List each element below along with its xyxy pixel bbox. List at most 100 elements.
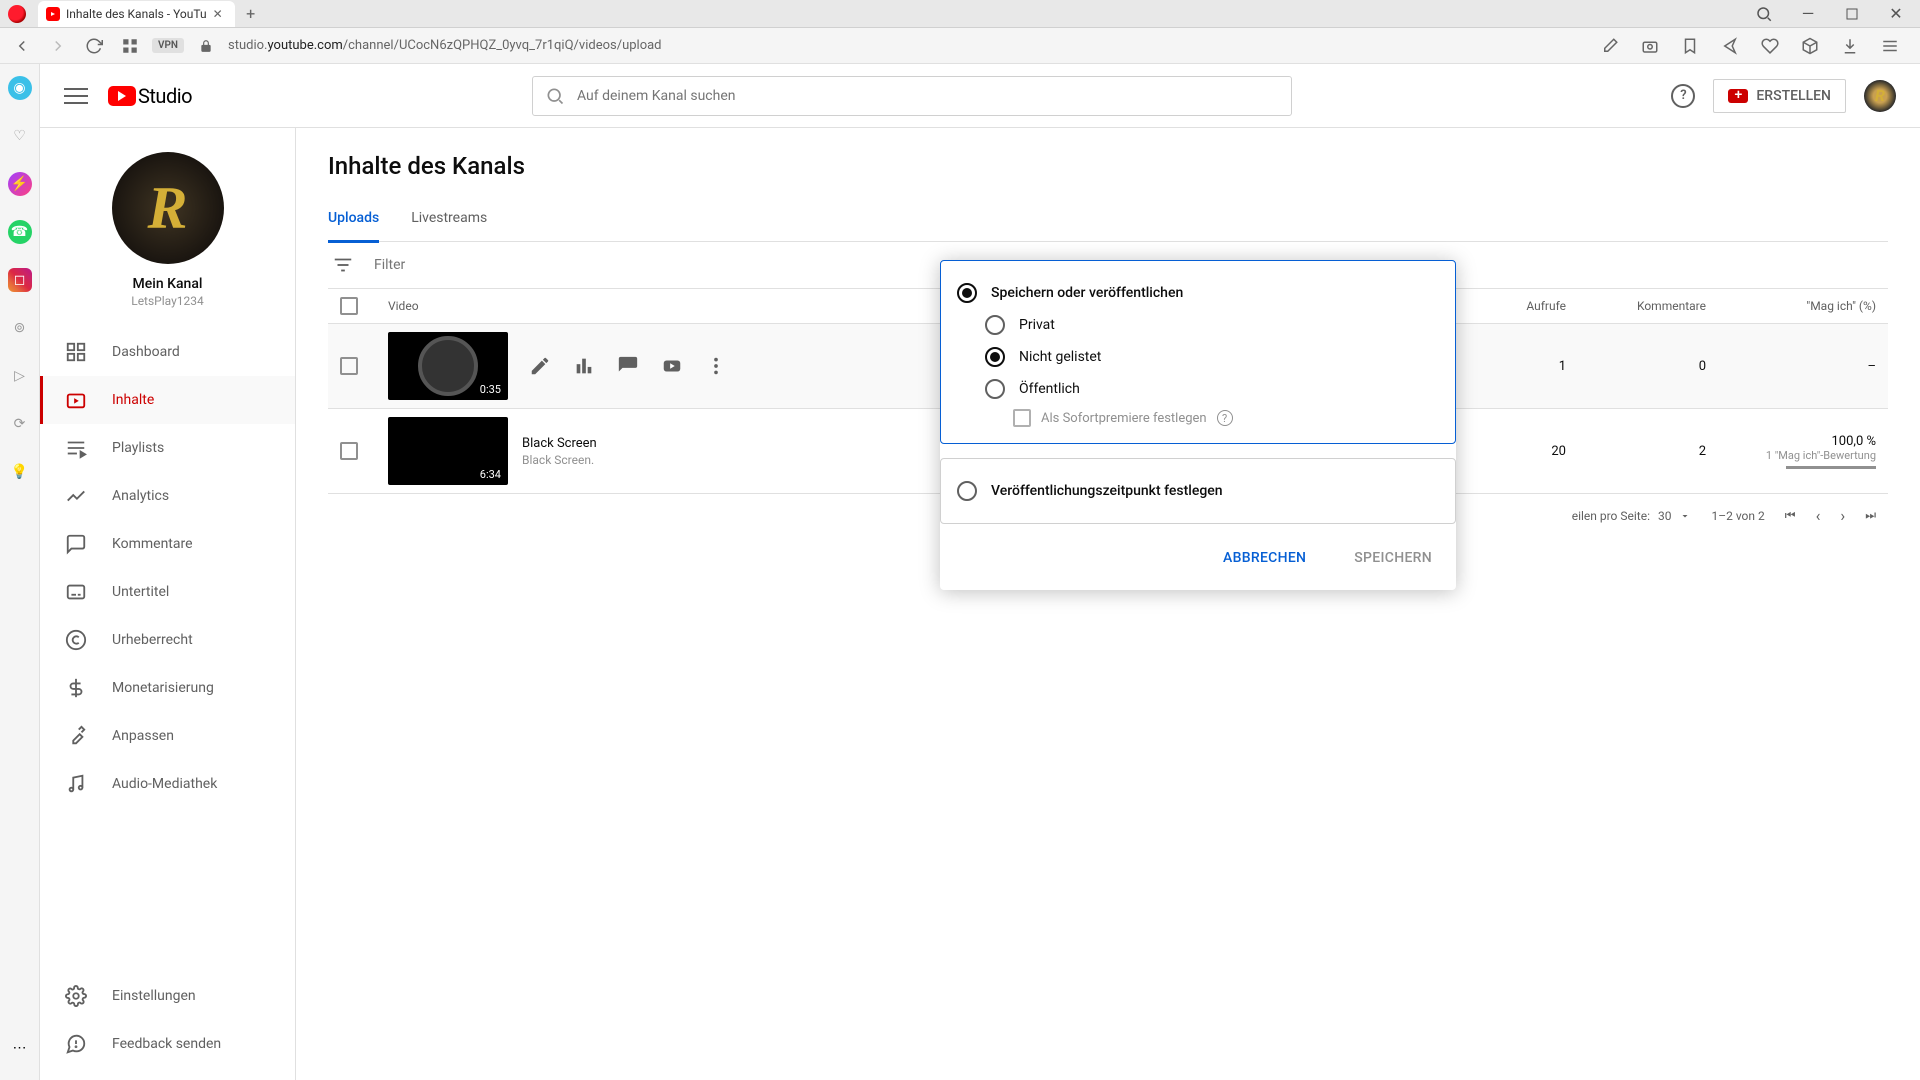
page-title: Inhalte des Kanals xyxy=(328,152,1888,180)
whatsapp-icon[interactable]: ☎ xyxy=(8,220,32,244)
col-comments[interactable]: Kommentare xyxy=(1566,299,1706,313)
search-field[interactable] xyxy=(577,88,1279,104)
video-thumbnail[interactable]: 6:34 xyxy=(388,417,508,485)
radio-schedule[interactable]: Veröffentlichungszeitpunkt festlegen xyxy=(957,475,1439,507)
cube-icon[interactable] xyxy=(1796,32,1824,60)
monetization-icon xyxy=(64,676,88,700)
nav-analytics[interactable]: Analytics xyxy=(40,472,295,520)
messenger-icon[interactable]: ⚡ xyxy=(8,172,32,196)
edit-icon[interactable] xyxy=(528,354,552,378)
heart-icon[interactable] xyxy=(1756,32,1784,60)
filter-icon[interactable] xyxy=(332,254,354,276)
next-page-icon[interactable]: › xyxy=(1840,506,1845,525)
vpn-badge[interactable]: VPN xyxy=(152,38,184,53)
first-page-icon[interactable]: ⏮ xyxy=(1785,508,1796,523)
cell-likes: – xyxy=(1706,359,1876,374)
save-button[interactable]: SPEICHERN xyxy=(1342,542,1444,574)
radio-icon xyxy=(985,315,1005,335)
lock-icon[interactable] xyxy=(192,32,220,60)
avatar[interactable]: R xyxy=(1864,80,1896,112)
bookmark-icon[interactable] xyxy=(1676,32,1704,60)
nav-content[interactable]: Inhalte xyxy=(40,376,295,424)
download-icon[interactable] xyxy=(1836,32,1864,60)
forward-icon[interactable] xyxy=(44,32,72,60)
nav-dashboard[interactable]: Dashboard xyxy=(40,328,295,376)
copyright-icon xyxy=(64,628,88,652)
search-browser-icon[interactable] xyxy=(1748,0,1780,28)
url-input[interactable]: studio.youtube.com/channel/UCocN6zQPHQZ_… xyxy=(228,38,1588,53)
col-likes[interactable]: "Mag ich" (%) xyxy=(1706,299,1876,313)
radio-public[interactable]: Öffentlich xyxy=(957,373,1439,405)
browser-tab[interactable]: Inhalte des Kanals - YouTu ✕ xyxy=(38,1,235,27)
radio-icon xyxy=(957,283,977,303)
back-icon[interactable] xyxy=(8,32,36,60)
search-input[interactable] xyxy=(532,76,1292,116)
subtitles-icon xyxy=(64,580,88,604)
cell-comments: 2 xyxy=(1566,444,1706,459)
lightbulb-icon[interactable]: 💡 xyxy=(8,460,32,484)
content-icon xyxy=(64,388,88,412)
analytics-icon[interactable] xyxy=(572,354,596,378)
instagram-icon[interactable]: ◻ xyxy=(8,268,32,292)
new-tab-button[interactable]: + xyxy=(241,4,261,24)
last-page-icon[interactable]: ⏭ xyxy=(1865,508,1876,523)
nav-subtitles[interactable]: Untertitel xyxy=(40,568,295,616)
cancel-button[interactable]: ABBRECHEN xyxy=(1211,542,1318,574)
bookmark-heart-icon[interactable]: ♡ xyxy=(8,124,32,148)
minimize-icon[interactable]: — xyxy=(1792,0,1824,28)
close-icon[interactable]: ✕ xyxy=(213,7,227,21)
nav-comments[interactable]: Kommentare xyxy=(40,520,295,568)
menu-icon[interactable] xyxy=(1876,32,1904,60)
home-icon[interactable]: ◉ xyxy=(8,76,32,100)
nav-playlists[interactable]: Playlists xyxy=(40,424,295,472)
channel-name: LetsPlay1234 xyxy=(40,294,295,308)
rpp-value[interactable]: 30 xyxy=(1658,509,1672,523)
schedule-group[interactable]: Veröffentlichungszeitpunkt festlegen xyxy=(940,458,1456,524)
history-icon[interactable]: ⟳ xyxy=(8,412,32,436)
play-icon[interactable]: ▷ xyxy=(8,364,32,388)
reload-icon[interactable] xyxy=(80,32,108,60)
search-icon xyxy=(545,86,565,106)
cell-likes-sub: 1 "Mag ich"-Bewertung xyxy=(1766,449,1876,462)
nav-customize[interactable]: Anpassen xyxy=(40,712,295,760)
nav-settings[interactable]: Einstellungen xyxy=(40,972,295,1020)
tab-uploads[interactable]: Uploads xyxy=(328,200,379,243)
radio-unlisted[interactable]: Nicht gelistet xyxy=(957,341,1439,373)
select-all-checkbox[interactable] xyxy=(340,297,358,315)
help-icon[interactable]: ? xyxy=(1217,410,1233,426)
row-checkbox[interactable] xyxy=(340,357,358,375)
visibility-popup: Speichern oder veröffentlichen Privat Ni… xyxy=(940,260,1456,590)
close-window-icon[interactable]: ✕ xyxy=(1880,0,1912,28)
video-thumbnail[interactable]: 0:35 xyxy=(388,332,508,400)
nav-audio[interactable]: Audio-Mediathek xyxy=(40,760,295,808)
premiere-checkbox-row[interactable]: Als Sofortpremiere festlegen ? xyxy=(957,409,1439,427)
studio-header: Studio ? ERSTELLEN R xyxy=(40,64,1920,128)
youtube-link-icon[interactable] xyxy=(660,354,684,378)
radio-save-publish[interactable]: Speichern oder veröffentlichen xyxy=(957,277,1439,309)
channel-avatar[interactable]: R xyxy=(112,152,224,264)
maximize-icon[interactable] xyxy=(1836,0,1868,28)
nav-feedback[interactable]: Feedback senden xyxy=(40,1020,295,1068)
nav-copyright[interactable]: Urheberrecht xyxy=(40,616,295,664)
comments-icon[interactable] xyxy=(616,354,640,378)
rpp-label: eilen pro Seite: xyxy=(1572,509,1650,523)
col-views[interactable]: Aufrufe xyxy=(1446,299,1566,313)
camera-icon[interactable] xyxy=(1636,32,1664,60)
more-icon[interactable]: ⋯ xyxy=(8,1036,32,1060)
send-icon[interactable] xyxy=(1716,32,1744,60)
help-icon[interactable]: ? xyxy=(1671,84,1695,108)
content-tabs: Uploads Livestreams xyxy=(328,200,1888,242)
more-icon[interactable] xyxy=(704,354,728,378)
edit-url-icon[interactable] xyxy=(1596,32,1624,60)
prev-page-icon[interactable]: ‹ xyxy=(1816,506,1821,525)
tab-livestreams[interactable]: Livestreams xyxy=(411,200,487,241)
row-checkbox[interactable] xyxy=(340,442,358,460)
apps-icon[interactable] xyxy=(116,32,144,60)
speed-dial-icon[interactable]: ⊚ xyxy=(8,316,32,340)
create-button[interactable]: ERSTELLEN xyxy=(1713,79,1846,113)
chevron-down-icon[interactable] xyxy=(1679,510,1691,522)
nav-monetization[interactable]: Monetarisierung xyxy=(40,664,295,712)
studio-logo[interactable]: Studio xyxy=(108,84,192,108)
radio-private[interactable]: Privat xyxy=(957,309,1439,341)
hamburger-icon[interactable] xyxy=(64,84,88,108)
